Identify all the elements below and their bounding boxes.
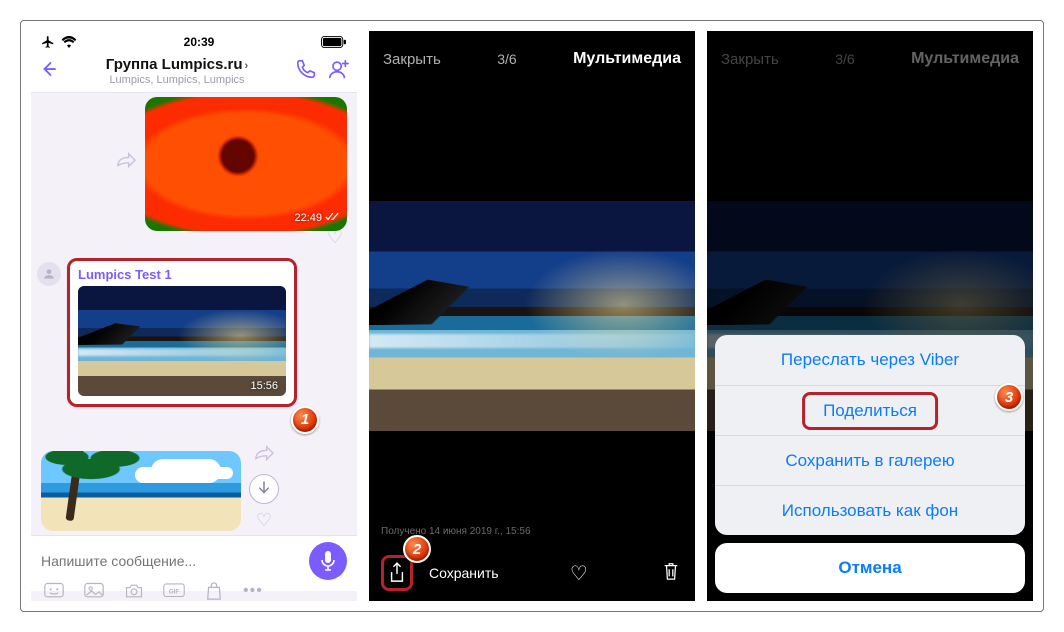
forward-icon[interactable] <box>253 445 275 468</box>
action-sheet: Переслать через Viber Поделиться Сохрани… <box>715 335 1025 593</box>
message-time: 15:56 <box>250 380 278 392</box>
chat-members: Lumpics, Lumpics, Lumpics <box>67 74 287 86</box>
status-clock: 20:39 <box>184 35 215 49</box>
wifi-icon <box>61 36 77 48</box>
sheet-share[interactable]: Поделиться <box>715 385 1025 435</box>
chat-body[interactable]: 22:49 ♡ Lumpics Test 1 <box>31 93 357 535</box>
message-image-tropical[interactable] <box>41 451 241 531</box>
message-bubble[interactable]: Lumpics Test 1 15:56 <box>67 258 297 407</box>
sheet-save-gallery[interactable]: Сохранить в галерею <box>715 435 1025 485</box>
chat-header: Группа Lumpics.ru› Lumpics, Lumpics, Lum… <box>31 53 357 93</box>
sender-name: Lumpics Test 1 <box>78 267 286 282</box>
add-user-button[interactable] <box>325 58 351 85</box>
status-bar: 20:39 <box>31 31 357 53</box>
sheet-wallpaper[interactable]: Использовать как фон <box>715 485 1025 535</box>
download-button[interactable] <box>249 474 279 504</box>
viewer-header: Закрыть 3/6 Мультимедиа <box>707 31 1033 87</box>
camera-icon[interactable] <box>123 582 145 600</box>
back-button[interactable] <box>37 58 61 84</box>
chat-title-button[interactable]: Группа Lumpics.ru› Lumpics, Lumpics, Lum… <box>67 57 287 86</box>
chat-title-text: Группа Lumpics.ru <box>106 56 243 73</box>
media-counter: 3/6 <box>835 51 854 67</box>
gallery-icon[interactable] <box>83 582 105 600</box>
airplane-icon <box>41 35 55 49</box>
svg-text:GIF: GIF <box>169 588 180 595</box>
media-counter: 3/6 <box>497 51 516 67</box>
trash-icon[interactable] <box>659 560 683 587</box>
message-input[interactable] <box>41 553 301 569</box>
step-badge-2: 2 <box>403 535 431 563</box>
media-title: Мультимедиа <box>911 50 1019 68</box>
media-caption: Получено 14 июня 2019 г., 15:56 <box>381 526 531 537</box>
avatar[interactable] <box>37 262 61 286</box>
forward-icon[interactable] <box>115 152 137 175</box>
screen-chat: 20:39 Группа Lumpics.ru› Lumpics, Lumpic… <box>31 31 357 601</box>
step-badge-3: 3 <box>995 383 1023 411</box>
sheet-forward[interactable]: Переслать через Viber <box>715 335 1025 385</box>
step-badge-1: 1 <box>291 406 319 434</box>
save-button[interactable]: Сохранить <box>429 565 499 581</box>
message-image-beach[interactable]: 15:56 <box>78 286 286 396</box>
close-button[interactable]: Закрыть <box>721 51 779 68</box>
like-icon[interactable]: ♡ <box>567 561 591 586</box>
message-time: 22:49 <box>294 212 322 224</box>
gif-icon[interactable]: GIF <box>163 582 185 600</box>
media-image[interactable] <box>369 201 695 431</box>
like-icon[interactable]: ♡ <box>256 510 272 531</box>
emoji-icon[interactable] <box>43 582 65 600</box>
message-image-flower[interactable]: 22:49 <box>145 97 347 231</box>
battery-icon <box>321 36 347 48</box>
input-bar: GIF ••• <box>31 535 357 591</box>
close-button[interactable]: Закрыть <box>383 51 441 68</box>
media-canvas[interactable] <box>369 87 695 545</box>
mic-button[interactable] <box>309 542 347 580</box>
media-title: Мультимедиа <box>573 50 681 68</box>
sheet-cancel[interactable]: Отмена <box>715 543 1025 593</box>
viewer-header: Закрыть 3/6 Мультимедиа <box>369 31 695 87</box>
more-icon[interactable]: ••• <box>243 582 263 600</box>
shop-icon[interactable] <box>203 582 225 600</box>
call-button[interactable] <box>293 58 319 85</box>
read-checks-icon <box>325 212 339 225</box>
screen-media-viewer: Закрыть 3/6 Мультимедиа Получено 14 июня… <box>369 31 695 601</box>
screen-action-sheet: Закрыть 3/6 Мультимедиа Переслать через … <box>707 31 1033 601</box>
